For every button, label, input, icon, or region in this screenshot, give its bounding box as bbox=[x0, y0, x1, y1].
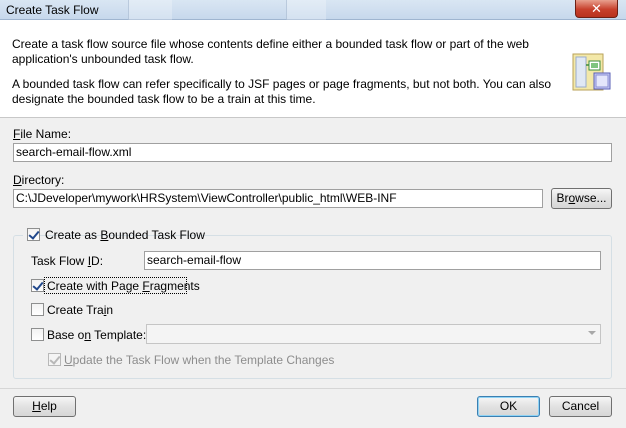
close-button[interactable]: ✕ bbox=[575, 0, 618, 18]
page-fragments-checkbox[interactable] bbox=[31, 279, 44, 292]
create-train-checkbox[interactable] bbox=[31, 303, 44, 316]
chevron-down-icon bbox=[588, 331, 596, 335]
file-name-input[interactable]: search-email-flow.xml bbox=[13, 143, 612, 162]
directory-label: Directory: bbox=[13, 173, 65, 187]
ok-button[interactable]: OK bbox=[477, 396, 540, 417]
task-flow-id-input[interactable]: search-email-flow bbox=[144, 251, 601, 270]
background-window-ghost bbox=[128, 0, 172, 20]
page-fragments-label: Create with Page Fragments bbox=[47, 279, 200, 293]
create-train-label: Create Train bbox=[47, 303, 114, 317]
directory-input[interactable]: C:\JDeveloper\mywork\HRSystem\ViewContro… bbox=[13, 189, 543, 208]
base-on-template-checkbox[interactable] bbox=[31, 328, 44, 341]
background-window-ghost bbox=[286, 0, 326, 20]
help-button[interactable]: Help bbox=[13, 396, 76, 417]
template-select[interactable] bbox=[146, 324, 601, 344]
description-text-bounded: A bounded task flow can refer specifical… bbox=[12, 77, 551, 106]
title-bar: Create Task Flow ✕ bbox=[0, 0, 626, 20]
cancel-button[interactable]: Cancel bbox=[549, 396, 612, 417]
task-flow-wizard-icon bbox=[572, 53, 611, 91]
task-flow-id-label: Task Flow ID: bbox=[31, 254, 104, 268]
window-title: Create Task Flow bbox=[6, 3, 99, 17]
base-on-template-label: Base on Template: bbox=[47, 328, 147, 342]
file-name-label: File Name: bbox=[13, 127, 72, 141]
browse-button[interactable]: Browse... bbox=[551, 188, 612, 209]
update-task-flow-checkbox[interactable] bbox=[48, 353, 61, 366]
bounded-task-flow-checkbox[interactable] bbox=[27, 228, 40, 241]
update-task-flow-label: Update the Task Flow when the Template C… bbox=[64, 353, 335, 367]
description-text: Create a task flow source file whose con… bbox=[12, 37, 529, 66]
footer-separator bbox=[0, 388, 626, 389]
close-icon: ✕ bbox=[591, 1, 602, 16]
header-panel: Create a task flow source file whose con… bbox=[0, 20, 626, 118]
bounded-task-flow-label: Create as Bounded Task Flow bbox=[45, 228, 205, 242]
